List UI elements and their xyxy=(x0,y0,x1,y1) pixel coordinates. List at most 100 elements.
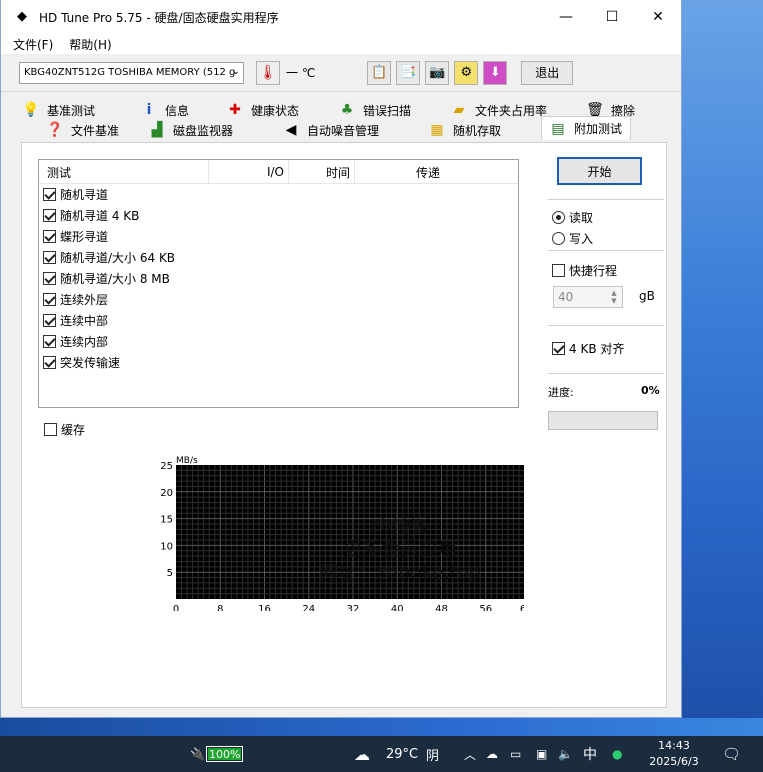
align-4kb-checkbox[interactable] xyxy=(552,342,565,355)
battery-indicator[interactable]: 100% xyxy=(206,736,244,772)
info-icon: i xyxy=(146,102,152,118)
write-radio[interactable] xyxy=(552,232,565,245)
close-button[interactable]: ✕ xyxy=(635,0,681,34)
save-button[interactable]: ⬇ xyxy=(483,60,508,85)
random-access-icon: ▦ xyxy=(430,122,444,138)
list-item[interactable]: 随机寻道 4 KB xyxy=(39,205,518,226)
test-checkbox[interactable] xyxy=(43,188,56,201)
watermark: zb博客 更多会员应用 网址：zbboke.top xyxy=(290,513,510,585)
power-plug-icon[interactable]: 🔌 xyxy=(190,736,205,772)
menu-help[interactable]: 帮助(H) xyxy=(69,36,111,53)
onedrive-cloud-icon[interactable]: ☁ xyxy=(486,736,498,772)
bulb-icon: 💡 xyxy=(22,102,40,118)
tab-label: 文件夹占用率 xyxy=(475,103,548,118)
list-item[interactable]: 连续外层 xyxy=(39,289,518,310)
battery-tray-icon[interactable]: ▭ xyxy=(510,736,521,772)
tab-disk-monitor[interactable]: ▟ 磁盘监视器 xyxy=(147,120,281,140)
network-icon[interactable]: ▣ xyxy=(536,736,547,772)
minimize-button[interactable]: — xyxy=(543,0,589,34)
test-checkbox[interactable] xyxy=(43,209,56,222)
menu-file[interactable]: 文件(F) xyxy=(13,36,53,53)
list-item[interactable]: 连续内部 xyxy=(39,331,518,352)
download-arrow-icon: ⬇ xyxy=(489,65,501,80)
tab-random-access[interactable]: ▦ 随机存取 xyxy=(427,120,541,140)
screenshot-button[interactable]: 📷 xyxy=(425,60,450,85)
taskbar: 🔌 100% ☁ 29°C 阴 ︿ ☁ ▭ ▣ 🔈 中 ● 14:43 2025… xyxy=(0,736,763,772)
scan-icon: ♣ xyxy=(340,102,354,118)
tab-health[interactable]: ✚ 健康状态 xyxy=(225,100,337,120)
copy-icon: 📋 xyxy=(371,65,388,80)
list-item[interactable]: 突发传输速 xyxy=(39,352,518,373)
list-item[interactable]: 蝶形寻道 xyxy=(39,226,518,247)
list-item[interactable]: 随机寻道/大小 8 MB xyxy=(39,268,518,289)
chevron-up-icon[interactable]: ︿ xyxy=(464,736,476,772)
tab-error-scan[interactable]: ♣ 错误扫描 xyxy=(337,100,449,120)
tab-label: 附加测试 xyxy=(574,122,623,136)
column-time[interactable]: 时间 xyxy=(289,160,355,184)
test-checkbox[interactable] xyxy=(43,335,56,348)
spinner-arrows-icon[interactable]: ▲ ▼ xyxy=(607,288,621,306)
cache-checkbox[interactable] xyxy=(44,423,57,436)
maximize-button[interactable]: ☐ xyxy=(589,0,635,34)
test-checkbox[interactable] xyxy=(43,230,56,243)
test-checkbox[interactable] xyxy=(43,272,56,285)
desktop-background-strip xyxy=(0,718,763,736)
tab-aam[interactable]: ◀ 自动噪音管理 xyxy=(281,120,427,140)
test-label: 随机寻道 4 KB xyxy=(60,209,140,223)
short-stroke-spinner[interactable]: 40 ▲ ▼ xyxy=(553,286,623,308)
weather-cloud-icon[interactable]: ☁ xyxy=(354,736,370,772)
read-option[interactable]: 读取 xyxy=(552,209,593,226)
tab-label: 磁盘监视器 xyxy=(173,123,234,138)
weather-description[interactable]: 阴 xyxy=(426,736,439,772)
volume-icon[interactable]: 🔈 xyxy=(558,736,573,772)
tab-label: 文件基准 xyxy=(71,123,120,138)
list-item[interactable]: 随机寻道/大小 64 KB xyxy=(39,247,518,268)
speaker-icon: ◀ xyxy=(285,122,297,138)
notification-icon[interactable]: 🗨 xyxy=(722,736,741,772)
watermark-line: zb博客 xyxy=(369,514,431,536)
exit-button[interactable]: 退出 xyxy=(521,60,574,85)
options-button[interactable]: ⚙ xyxy=(454,60,479,85)
drive-select[interactable]: KBG40ZNT512G TOSHIBA MEMORY (512 g ⌄ xyxy=(19,61,244,84)
extra-tests-panel: 测试 I/O 时间 传递 随机寻道随机寻道 4 KB 蝶形寻道 随机寻道/大小 64… xyxy=(21,142,667,708)
list-item[interactable]: 连续中部 xyxy=(39,310,518,331)
desktop-background xyxy=(682,0,763,736)
test-label: 连续内部 xyxy=(60,335,109,349)
column-transfer[interactable]: 传递 xyxy=(355,160,501,184)
extra-test-icon: ▤ xyxy=(551,120,565,137)
write-option[interactable]: 写入 xyxy=(552,230,593,247)
short-stroke-option[interactable]: 快捷行程 xyxy=(552,262,617,279)
tab-file-benchmark[interactable]: ❓ 文件基准 xyxy=(21,120,147,140)
chevron-down-icon: ⌄ xyxy=(231,65,240,77)
copy-text-button[interactable]: 📋 xyxy=(367,60,392,85)
test-checkbox[interactable] xyxy=(43,251,56,264)
tab-extra-tests[interactable]: ▤ 附加测试 xyxy=(541,116,632,140)
list-item[interactable]: 随机寻道 xyxy=(39,184,518,205)
column-io[interactable]: I/O xyxy=(209,160,289,184)
x-tick-label: 64MB xyxy=(520,604,524,611)
x-tick-label: 56 xyxy=(479,604,492,611)
column-test[interactable]: 测试 xyxy=(39,160,209,184)
test-label: 连续中部 xyxy=(60,314,109,328)
app-tray-icon[interactable]: ● xyxy=(612,736,622,772)
cache-option[interactable]: 缓存 xyxy=(44,421,85,438)
system-clock[interactable]: 14:43 2025/6/3 xyxy=(642,738,706,770)
align-4kb-label: 4 KB 对齐 xyxy=(569,342,625,356)
ime-indicator[interactable]: 中 xyxy=(583,736,597,772)
clock-time: 14:43 xyxy=(658,739,690,752)
test-checkbox[interactable] xyxy=(43,314,56,327)
tab-benchmark[interactable]: 💡 基准测试 xyxy=(21,100,139,120)
battery-percent: 100% xyxy=(209,747,241,761)
copy-all-button[interactable]: 📑 xyxy=(396,60,421,85)
short-stroke-checkbox[interactable] xyxy=(552,264,565,277)
test-checkbox[interactable] xyxy=(43,356,56,369)
title-bar[interactable]: ◆ HD Tune Pro 5.75 - 硬盘/固态硬盘实用程序 — ☐ ✕ xyxy=(1,0,681,34)
tab-label: 健康状态 xyxy=(251,103,300,118)
start-button[interactable]: 开始 xyxy=(557,157,642,185)
test-checkbox[interactable] xyxy=(43,293,56,306)
read-radio[interactable] xyxy=(552,211,565,224)
align-4kb-option[interactable]: 4 KB 对齐 xyxy=(552,340,624,357)
tab-info[interactable]: i 信息 xyxy=(139,100,225,120)
weather-temperature[interactable]: 29°C xyxy=(386,736,418,772)
test-label: 突发传输速 xyxy=(60,356,121,370)
